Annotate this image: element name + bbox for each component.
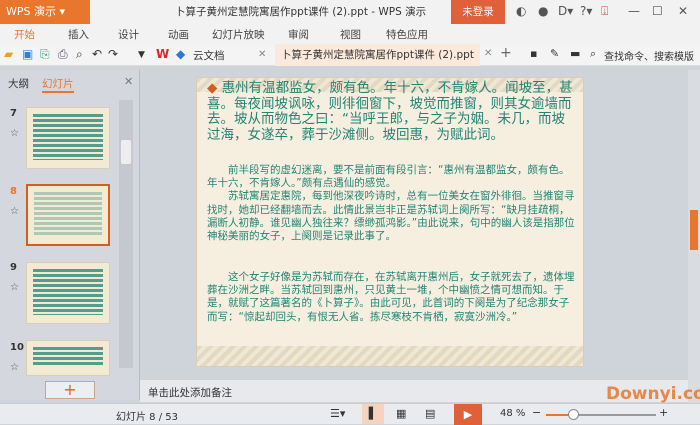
tab-review[interactable]: 审阅 xyxy=(288,27,309,42)
tab-home[interactable]: 开始 xyxy=(14,27,35,42)
document-tab[interactable]: 卜算子黄州定慧院寓居作ppt课件 (2).ppt xyxy=(275,44,480,66)
preview-icon[interactable]: ⌕ xyxy=(76,47,83,62)
thumbnail-scrollbar[interactable] xyxy=(119,100,133,368)
zoom-in-button[interactable]: + xyxy=(659,406,668,419)
slide-text: 惠州有温都监女，颇有色。年十六，不肯嫁人。闻坡至，甚喜。每夜闻坡讽咏，则徘徊窗下… xyxy=(207,80,573,143)
share-icon[interactable]: D▾ xyxy=(558,4,573,18)
animation-star-icon: ☆ xyxy=(10,282,19,293)
zoom-slider[interactable] xyxy=(546,409,656,420)
tab-insert[interactable]: 插入 xyxy=(68,27,89,42)
slide-thumbnail[interactable] xyxy=(26,262,110,324)
menu-label: WPS 演示 xyxy=(6,5,56,18)
slide-border-bottom xyxy=(197,346,583,366)
close-pane-icon[interactable]: ✕ xyxy=(124,75,133,88)
cloud-icon[interactable]: ◆ xyxy=(176,47,185,61)
wps-logo-icon[interactable]: W xyxy=(156,47,169,61)
command-search-input[interactable]: 查找命令、搜索模版 xyxy=(604,48,694,63)
close-doc-tab-icon[interactable]: ✕ xyxy=(484,48,492,59)
tab-design[interactable]: 设计 xyxy=(118,27,139,42)
tab-slideshow[interactable]: 幻灯片放映 xyxy=(212,27,265,42)
export-icon[interactable]: ⎘ xyxy=(40,47,50,62)
settings-icon[interactable]: ● xyxy=(538,4,548,18)
slide-paragraph[interactable]: 这个女子好像是为苏轼而存在，在苏轼离开惠州后，女子就死去了，遗体埋葬在沙洲之畔。… xyxy=(207,271,575,324)
animation-star-icon: ☆ xyxy=(10,128,19,139)
ribbon-tabs: 开始 插入 设计 动画 幻灯片放映 审阅 视图 特色应用 xyxy=(0,24,700,44)
slide-thumbnail-selected[interactable] xyxy=(26,184,110,246)
slide-paragraph[interactable]: ◆ 惠州有温都监女，颇有色。年十六，不肯嫁人。闻坡至，甚喜。每夜闻坡讽咏，则徘徊… xyxy=(207,80,575,143)
notes-toggle-icon[interactable]: ☰▾ xyxy=(330,407,345,420)
tab-special[interactable]: 特色应用 xyxy=(386,27,428,42)
zoom-out-button[interactable]: − xyxy=(532,406,541,419)
maximize-icon[interactable]: ☐ xyxy=(652,4,663,18)
download-icon[interactable]: ⍗ xyxy=(601,4,608,19)
add-slide-button[interactable]: + xyxy=(45,381,95,399)
zoom-level: 48 % xyxy=(500,408,526,419)
slide-text: 前半段写的虚幻迷离，要不是前面有段引言：“惠州有温都监女，颇有色。年十六，不肯嫁… xyxy=(207,164,570,190)
slide-text: 苏轼寓居定惠院，每到他深夜吟诗时，总有一位美女在窗外徘徊。当推窗寻找时，她却已经… xyxy=(207,190,575,243)
scroll-thumb[interactable] xyxy=(690,210,698,250)
save-icon[interactable]: ▣ xyxy=(22,47,33,61)
tab-outline[interactable]: 大纲 xyxy=(8,76,29,91)
login-button[interactable]: 未登录 xyxy=(451,0,505,24)
animation-star-icon: ☆ xyxy=(10,206,19,217)
tab-animation[interactable]: 动画 xyxy=(168,27,189,42)
slide-paragraph[interactable]: 前半段写的虚幻迷离，要不是前面有段引言：“惠州有温都监女，颇有色。年十六，不肯嫁… xyxy=(207,164,575,243)
slide-number: 8 xyxy=(10,186,17,197)
slide-number: 9 xyxy=(10,262,17,273)
undo-icon[interactable]: ↶ xyxy=(92,47,102,61)
normal-view-icon[interactable]: ▌ xyxy=(362,404,384,424)
slide-number: 7 xyxy=(10,108,17,119)
slide-counter: 幻灯片 8 / 53 xyxy=(116,412,178,423)
main-scrollbar[interactable] xyxy=(688,70,700,403)
title-bar: WPS 演示 ▾ 卜算子黄州定慧院寓居作ppt课件 (2).ppt - WPS … xyxy=(0,0,700,24)
play-slideshow-button[interactable]: ▶ xyxy=(454,404,482,425)
animation-star-icon: ☆ xyxy=(10,362,19,373)
comment-icon[interactable]: ▪ xyxy=(530,47,537,60)
help-icon[interactable]: ?▾ xyxy=(580,4,592,18)
search-icon: ⌕ xyxy=(590,47,597,60)
redo-icon[interactable]: ↷ xyxy=(108,47,118,61)
skin-icon[interactable]: ◐ xyxy=(516,4,526,18)
cloud-docs-tab[interactable]: 云文档 xyxy=(193,48,225,63)
zoom-slider-thumb[interactable] xyxy=(568,409,579,420)
wps-menu-button[interactable]: WPS 演示 ▾ xyxy=(0,0,90,24)
open-icon[interactable]: ▰ xyxy=(4,47,13,61)
status-bar: 幻灯片 8 / 53 ☰▾ ▌ ▦ ▤ ▶ 48 % − + Downyi.co… xyxy=(0,384,700,425)
tab-slides[interactable]: 幻灯片 xyxy=(42,76,74,93)
customize-dropdown-icon[interactable]: ▼ xyxy=(138,50,145,60)
document-tab-label: 卜算子黄州定慧院寓居作ppt课件 (2).ppt xyxy=(281,49,474,61)
slide-number: 10 xyxy=(10,342,24,353)
print-icon[interactable]: ⎙ xyxy=(58,47,68,62)
new-tab-icon[interactable]: + xyxy=(500,45,512,61)
slide-canvas[interactable]: ◆ 惠州有温都监女，颇有色。年十六，不肯嫁人。闻坡至，甚喜。每夜闻坡讽咏，则徘徊… xyxy=(196,77,584,367)
format-icon[interactable]: ▬ xyxy=(570,47,580,60)
sorter-view-icon[interactable]: ▦ xyxy=(396,407,406,420)
minimize-icon[interactable]: — xyxy=(628,4,640,18)
scroll-thumb[interactable] xyxy=(121,140,131,164)
tool-icon[interactable]: ✎ xyxy=(550,47,559,60)
tab-view[interactable]: 视图 xyxy=(340,27,361,42)
close-cloud-tab-icon[interactable]: ✕ xyxy=(258,49,266,60)
slide-thumbnail[interactable] xyxy=(26,340,110,376)
close-icon[interactable]: ✕ xyxy=(678,4,688,18)
slide-thumbnail[interactable] xyxy=(26,107,110,169)
window-title: 卜算子黄州定慧院寓居作ppt课件 (2).ppt - WPS 演示 xyxy=(175,6,427,18)
reading-view-icon[interactable]: ▤ xyxy=(425,407,435,420)
watermark: Downyi.com xyxy=(606,384,700,404)
